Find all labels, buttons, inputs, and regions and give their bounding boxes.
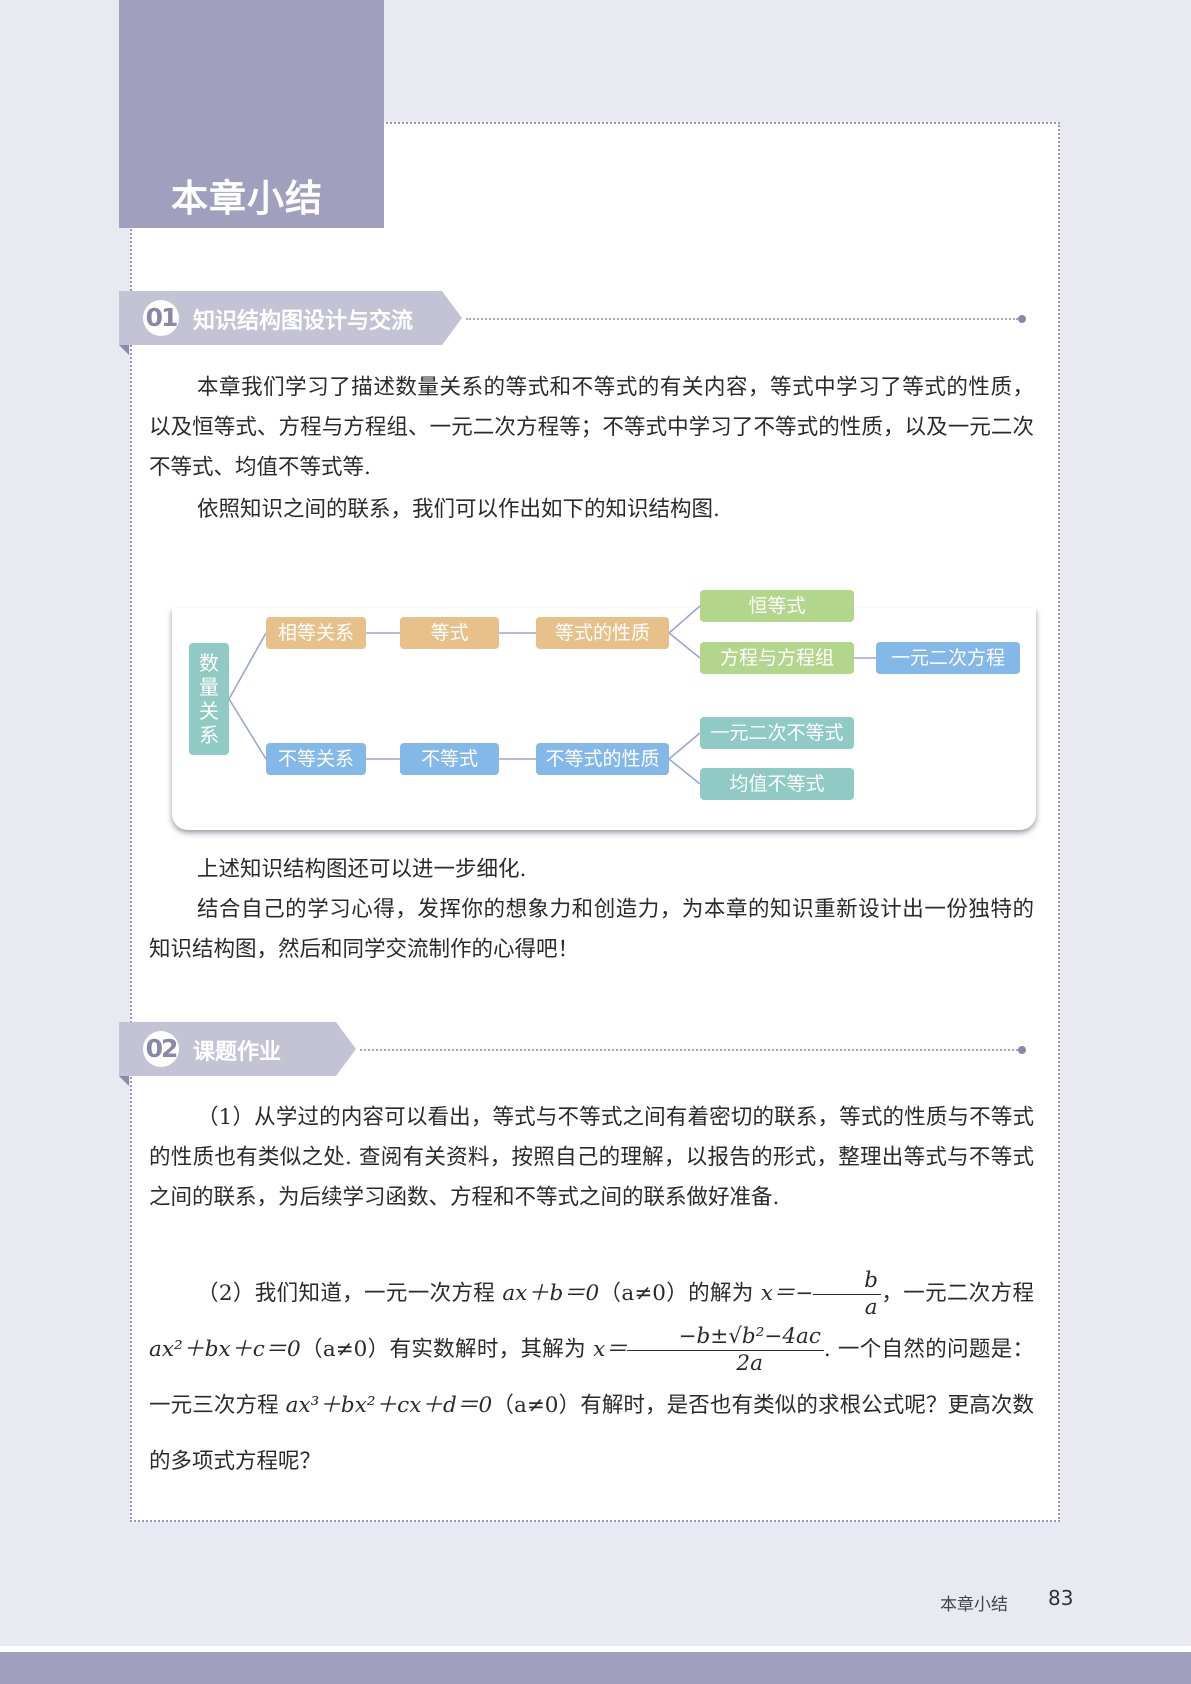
node-unequal-relation: 不等关系 bbox=[266, 743, 366, 775]
cubic-condition: （a≠0） bbox=[492, 1393, 581, 1418]
section-2-banner: 02 课题作业 bbox=[119, 1022, 356, 1076]
linear-equation: ax＋b＝0 bbox=[502, 1281, 600, 1306]
node-equal-relation: 相等关系 bbox=[266, 617, 366, 649]
cubic-equation: ax³＋bx²＋cx＋d＝0 bbox=[285, 1393, 493, 1418]
node-identity: 恒等式 bbox=[700, 590, 854, 622]
linear-solution-denominator: a bbox=[864, 1294, 878, 1320]
section-2-banner-fold bbox=[119, 1076, 129, 1086]
quadratic-formula-numerator: −b±√b²−4ac bbox=[627, 1324, 824, 1351]
quadratic-formula-denominator: 2a bbox=[736, 1350, 763, 1376]
node-quadratic-equation: 一元二次方程 bbox=[876, 642, 1020, 674]
quadratic-equation: ax²＋bx＋c＝0 bbox=[149, 1337, 301, 1362]
footer-chapter-label: 本章小结 bbox=[940, 1595, 1008, 1615]
node-equation-properties: 等式的性质 bbox=[536, 617, 669, 649]
node-inequality-properties: 不等式的性质 bbox=[536, 743, 669, 775]
item-2-text-3: ，一元二次方程 bbox=[881, 1281, 1034, 1306]
section-1-paragraph-3: 上述知识结构图还可以进一步细化. bbox=[197, 857, 527, 882]
node-inequality: 不等式 bbox=[400, 743, 499, 775]
assignment-item-1: （1）从学过的内容可以看出，等式与不等式之间有着密切的联系，等式的性质与不等式的… bbox=[149, 1105, 1034, 1210]
node-mean-inequality: 均值不等式 bbox=[700, 768, 854, 800]
node-quadratic-inequality: 一元二次不等式 bbox=[700, 717, 854, 749]
linear-solution-lhs: x＝− bbox=[760, 1281, 814, 1306]
assignment-item-2: （2）我们知道，一元一次方程 ax＋b＝0（a≠0）的解为 x＝− b a ，一元二次… bbox=[149, 1266, 1034, 1490]
item-2-text-2: 的解为 bbox=[688, 1281, 761, 1306]
linear-solution-numerator: b bbox=[813, 1268, 881, 1295]
linear-solution-fraction: ba bbox=[813, 1268, 881, 1321]
node-root-char-3: 关 bbox=[199, 699, 219, 723]
quadratic-condition: （a≠0） bbox=[300, 1337, 390, 1362]
section-2-line-dot bbox=[1018, 1046, 1026, 1054]
node-quantity-relation: 数 量 关 系 bbox=[189, 643, 229, 755]
section-1-paragraph-4: 结合自己的学习心得，发挥你的想象力和创造力，为本章的知识重新设计出一份独特的知识… bbox=[149, 897, 1034, 962]
node-root-char-4: 系 bbox=[199, 723, 219, 747]
page-number: 83 bbox=[1048, 1586, 1074, 1610]
linear-condition: （a≠0） bbox=[599, 1281, 689, 1306]
section-2-title: 课题作业 bbox=[193, 1040, 282, 1065]
bottom-band bbox=[0, 1652, 1191, 1684]
item-2-text-4: 有实数解时，其解为 bbox=[389, 1337, 594, 1362]
node-equation: 等式 bbox=[400, 617, 499, 649]
section-2-dotted-line bbox=[360, 1049, 1018, 1051]
quadratic-solution-lhs: x＝ bbox=[593, 1337, 628, 1362]
node-root-char-1: 数 bbox=[199, 651, 219, 675]
item-2-text-1: （2）我们知道，一元一次方程 bbox=[197, 1281, 503, 1306]
node-root-char-2: 量 bbox=[199, 675, 219, 699]
node-equations-and-systems: 方程与方程组 bbox=[700, 642, 854, 674]
section-2-number: 02 bbox=[143, 1031, 179, 1067]
quadratic-formula-fraction: −b±√b²−4ac 2a bbox=[627, 1324, 824, 1377]
